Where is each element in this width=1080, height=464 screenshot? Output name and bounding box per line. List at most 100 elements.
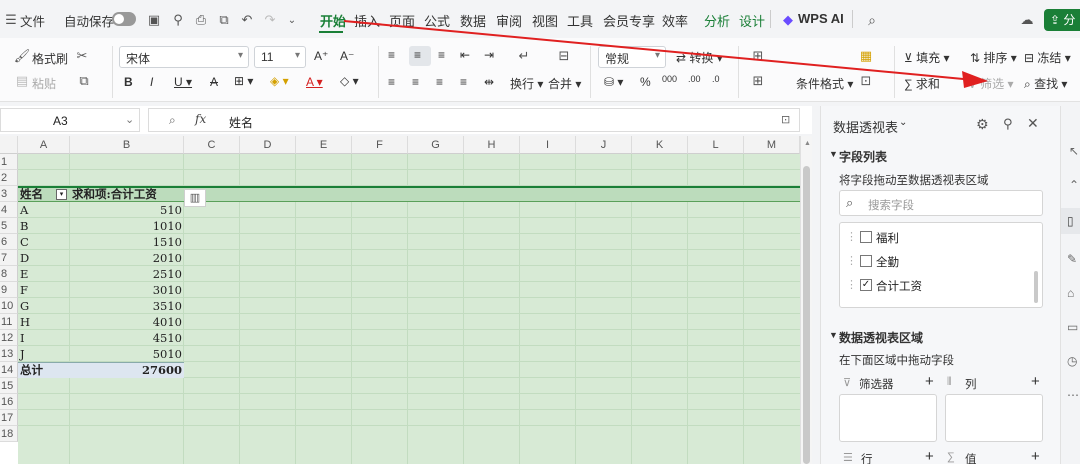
share-button[interactable]: ⇪ 分 [1044, 9, 1080, 31]
name-box[interactable]: A3 ⌄ [0, 108, 140, 132]
row-header-1[interactable]: 1 [0, 154, 18, 170]
field-list-scroll-thumb[interactable] [1034, 271, 1038, 303]
hamburger-icon[interactable]: ☰ [3, 12, 19, 28]
tab-tools[interactable]: 工具 [567, 11, 593, 30]
more-icon[interactable]: ⋯ [1067, 388, 1079, 402]
row-header-8[interactable]: 8 [0, 266, 18, 282]
freeze-button[interactable]: ⊟ 冻结 ▾ [1024, 49, 1071, 66]
column-header-l[interactable]: L [688, 136, 744, 154]
table-style-icon[interactable]: ▦ [858, 48, 874, 64]
row-header-11[interactable]: 11 [0, 314, 18, 330]
field-checkbox[interactable] [860, 231, 872, 243]
sum-button[interactable]: ∑ 求和 [904, 75, 940, 92]
row-header-12[interactable]: 12 [0, 330, 18, 346]
column-header-i[interactable]: I [520, 136, 576, 154]
italic-icon[interactable]: I [150, 75, 153, 89]
row-header-4[interactable]: 4 [0, 202, 18, 218]
conditional-format-button[interactable]: 条件格式 ▾ [796, 75, 853, 92]
add-column-icon[interactable]: + [1031, 373, 1040, 390]
select-all-corner[interactable] [0, 136, 18, 154]
chevron-down-icon[interactable]: ⌄ [284, 12, 300, 28]
field-search-box[interactable]: ⌕ 搜索字段 [839, 190, 1043, 216]
increase-decimal-icon[interactable]: .00 [688, 74, 701, 84]
drag-handle-icon[interactable]: ⋮ [846, 230, 857, 243]
save-as-icon[interactable]: ⚲ [170, 12, 186, 28]
pivot-row-value[interactable]: 510 [70, 202, 184, 218]
column-header-h[interactable]: H [464, 136, 520, 154]
autosave-toggle[interactable] [112, 12, 136, 26]
column-drop-zone[interactable] [945, 394, 1043, 442]
drag-handle-icon[interactable]: ⋮ [846, 278, 857, 291]
formula-content[interactable]: 姓名 [229, 114, 253, 131]
column-header-m[interactable]: M [744, 136, 800, 154]
pivot-row-name[interactable]: F [18, 282, 70, 298]
expand-formula-icon[interactable]: ⊡ [781, 113, 790, 126]
percent-icon[interactable]: % [640, 75, 651, 89]
pivot-row-name[interactable]: I [18, 330, 70, 346]
chevron-down-icon[interactable]: ⌄ [899, 117, 907, 128]
tab-page[interactable]: 页面 [389, 11, 415, 30]
pivot-row-name[interactable]: A [18, 202, 70, 218]
pivot-row-name[interactable]: D [18, 250, 70, 266]
align-left-icon[interactable]: ≡ [388, 75, 395, 89]
field-item[interactable]: ⋮ ✓ 合计工资 [840, 275, 1030, 297]
pivot-row-value[interactable]: 4510 [70, 330, 184, 346]
close-icon[interactable]: ✕ [1027, 115, 1039, 132]
row-header-2[interactable]: 2 [0, 170, 18, 186]
pivot-filter-dropdown-icon[interactable]: ▾ [56, 189, 67, 200]
pivot-row-name[interactable]: J [18, 346, 70, 362]
tab-formula[interactable]: 公式 [424, 11, 450, 30]
pivot-row-value[interactable]: 3010 [70, 282, 184, 298]
tab-analyze[interactable]: 分析 [704, 11, 730, 30]
insert-cells-icon[interactable]: ⊞ [750, 73, 766, 89]
fx-icon[interactable]: fx [195, 112, 206, 126]
border-icon[interactable]: ⊞ ▾ [234, 74, 253, 88]
formula-input-box[interactable]: ⌕ fx 姓名 ⊡ [148, 108, 800, 132]
find-button[interactable]: ⌕ 查找 ▾ [1024, 75, 1067, 92]
field-checkbox[interactable]: ✓ [860, 279, 872, 291]
column-header-f[interactable]: F [352, 136, 408, 154]
align-right-icon[interactable]: ≡ [436, 75, 443, 89]
pivot-row-value[interactable]: 3510 [70, 298, 184, 314]
shapes-icon[interactable]: ⌂ [1067, 286, 1074, 300]
grow-font-icon[interactable]: A⁺ [314, 49, 328, 63]
paste-button[interactable]: 粘贴 [32, 75, 56, 92]
add-value-icon[interactable]: + [1031, 448, 1040, 464]
page-icon[interactable]: ▭ [1067, 320, 1078, 334]
pivot-row-name[interactable]: G [18, 298, 70, 314]
row-header-16[interactable]: 16 [0, 394, 18, 410]
column-header-d[interactable]: D [240, 136, 296, 154]
tab-design[interactable]: 设计 [739, 11, 765, 30]
save-icon[interactable]: ▣ [146, 12, 162, 28]
cell-style-icon[interactable]: ⊞ [750, 48, 766, 64]
pivot-header-sum[interactable]: 求和项:合计工资 [70, 186, 184, 202]
indent-increase-icon[interactable]: ⇥ [484, 48, 494, 62]
row-header-18[interactable]: 18 [0, 426, 18, 442]
add-filter-icon[interactable]: + [925, 373, 934, 390]
collapse-panel-icon[interactable]: ⌃ [1069, 178, 1079, 192]
pivot-total-value[interactable]: 27600 [70, 362, 184, 378]
tab-review[interactable]: 审阅 [496, 11, 522, 30]
pivot-options-icon[interactable]: ▥ [184, 189, 206, 207]
strikethrough-icon[interactable]: A [210, 75, 218, 89]
undo-icon[interactable]: ↶ [239, 12, 255, 28]
tab-insert[interactable]: 插入 [354, 11, 380, 30]
tab-member[interactable]: 会员专享 [603, 11, 655, 30]
column-header-a[interactable]: A [18, 136, 70, 154]
pivot-row-name[interactable]: H [18, 314, 70, 330]
pivot-row-name[interactable]: C [18, 234, 70, 250]
brush-icon[interactable]: ✎ [1067, 252, 1077, 266]
pivot-row-name[interactable]: B [18, 218, 70, 234]
sort-button[interactable]: ⇅ 排序 ▾ [970, 49, 1017, 66]
pivot-row-value[interactable]: 1510 [70, 234, 184, 250]
scrollbar-thumb[interactable] [803, 166, 810, 464]
align-center-icon[interactable]: ≡ [412, 75, 419, 89]
cut-icon[interactable]: ✂ [74, 48, 90, 64]
scroll-up-icon[interactable]: ▲ [804, 140, 811, 147]
underline-icon[interactable]: U ▾ [174, 75, 192, 89]
field-item[interactable]: ⋮ 福利 [840, 227, 1030, 249]
tab-view[interactable]: 视图 [532, 11, 558, 30]
pivot-row-value[interactable]: 5010 [70, 346, 184, 362]
search-icon[interactable]: ⌕ [864, 12, 880, 28]
file-menu[interactable]: 文件 [20, 11, 45, 30]
